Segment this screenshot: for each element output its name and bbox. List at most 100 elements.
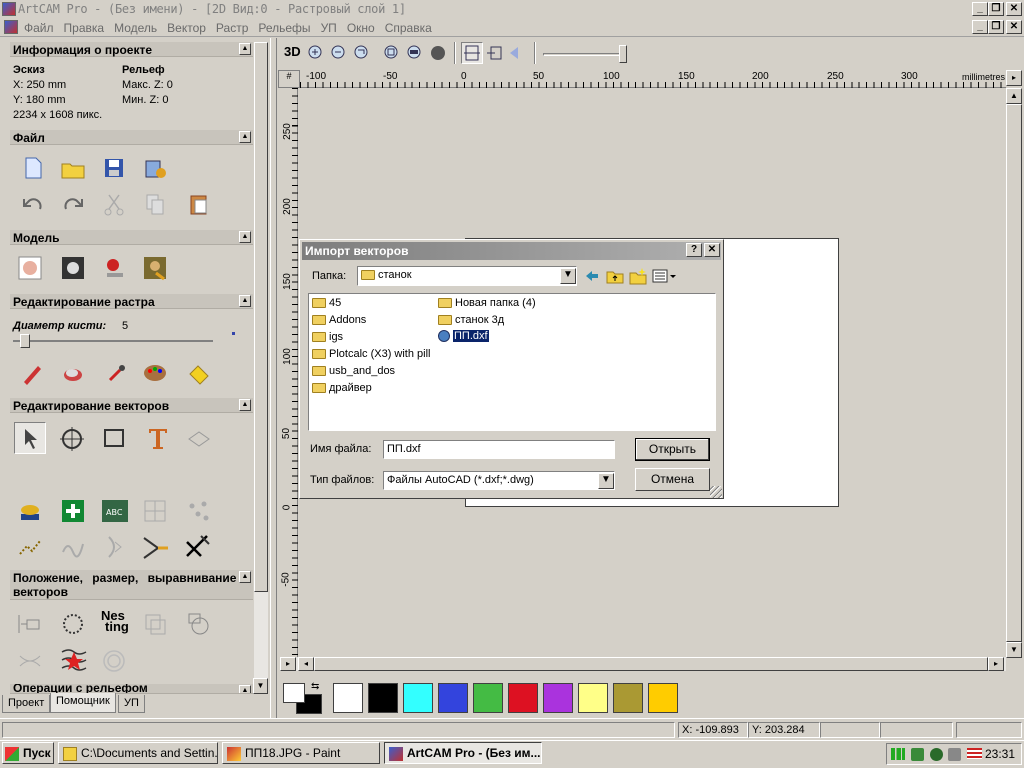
weld-icon[interactable] <box>186 611 212 637</box>
zoom-out-icon[interactable] <box>330 44 348 65</box>
scroll-down-icon[interactable]: ▼ <box>1006 642 1022 658</box>
palette-swatch[interactable] <box>613 683 643 713</box>
fill-icon[interactable] <box>60 360 86 386</box>
list-item[interactable]: станок 3д <box>438 314 504 326</box>
panel-scroll-down-icon[interactable]: ▼ <box>253 678 268 694</box>
align-icon[interactable] <box>17 611 43 637</box>
signal-icon[interactable] <box>891 748 905 760</box>
palette-swatch[interactable] <box>648 683 678 713</box>
panel-splitter[interactable] <box>270 38 277 718</box>
dialog-help-button[interactable]: ? <box>686 243 702 257</box>
document-icon[interactable] <box>4 20 18 34</box>
palette-swatch[interactable] <box>403 683 433 713</box>
file-list[interactable]: 45 Addons igs Plotcalc (X3) with pill us… <box>308 293 716 431</box>
ruler-toggle-icon[interactable]: ▸ <box>280 657 296 671</box>
transform-icon[interactable] <box>58 425 84 451</box>
primary-color-swatch[interactable] <box>283 683 305 703</box>
collapse-icon[interactable]: ▲ <box>239 231 251 243</box>
list-item[interactable]: 45 <box>312 297 341 309</box>
palette-swatch[interactable] <box>508 683 538 713</box>
group-icon[interactable] <box>142 611 168 637</box>
scatter-nodes-icon[interactable] <box>186 498 212 524</box>
model-section-header[interactable]: Модель ▲ <box>10 230 253 245</box>
texture-star-icon[interactable] <box>60 646 87 672</box>
doc-close-button[interactable]: ✕ <box>1006 20 1022 34</box>
zoom-previous-icon[interactable] <box>353 44 371 65</box>
pencil-icon[interactable] <box>20 360 46 386</box>
spiral-icon[interactable] <box>101 648 127 674</box>
taskbar-artcam[interactable]: ArtCAM Pro - (Без им... <box>384 742 542 764</box>
folder-dropdown-icon[interactable]: ▼ <box>560 268 576 284</box>
list-item[interactable]: Новая папка (4) <box>438 297 536 309</box>
raster-edit-header[interactable]: Редактирование растра ▲ <box>10 294 253 309</box>
cancel-button[interactable]: Отмена <box>635 468 710 491</box>
cut-icon[interactable] <box>101 191 127 217</box>
minimize-button[interactable]: _ <box>972 2 988 16</box>
language-flag-icon[interactable] <box>967 748 982 759</box>
menu-item[interactable]: Модель <box>114 21 157 35</box>
menu-item[interactable]: Вектор <box>167 21 206 35</box>
layer-swap-icon[interactable] <box>486 44 504 65</box>
tab-assistant[interactable]: Помощник <box>50 693 116 713</box>
vector-layer-icon[interactable] <box>186 425 212 451</box>
eyedropper-icon[interactable] <box>104 360 130 386</box>
back-arrow-icon[interactable] <box>508 44 526 65</box>
taskbar-paint[interactable]: ПП18.JPG - Paint <box>222 742 380 764</box>
brush-slider-thumb[interactable] <box>20 334 30 348</box>
model-origin-icon[interactable] <box>101 255 127 281</box>
up-folder-icon[interactable] <box>606 268 624 287</box>
stamp-icon[interactable] <box>17 498 43 524</box>
view-menu-icon[interactable] <box>652 268 678 287</box>
fillet-icon[interactable] <box>142 534 168 560</box>
palette-swatch[interactable] <box>473 683 503 713</box>
filetype-dropdown-icon[interactable]: ▼ <box>598 473 614 489</box>
start-button[interactable]: Пуск <box>2 742 54 764</box>
model-size-icon[interactable] <box>17 255 43 281</box>
collapse-icon[interactable]: ▲ <box>239 399 251 411</box>
vertical-scroll-thumb[interactable] <box>1006 104 1022 642</box>
palette-swatch[interactable] <box>368 683 398 713</box>
rectangle-icon[interactable] <box>101 425 127 451</box>
scroll-right-icon[interactable]: ▸ <box>988 657 1004 671</box>
eraser-icon[interactable] <box>186 360 212 386</box>
model-resolution-icon[interactable] <box>60 255 86 281</box>
select-pointer-icon[interactable] <box>14 422 46 454</box>
text-block-icon[interactable]: ABC <box>101 498 128 524</box>
horizontal-scroll-thumb[interactable] <box>314 657 988 671</box>
wrap-icon[interactable] <box>17 648 43 674</box>
palette-swatch[interactable] <box>578 683 608 713</box>
scroll-up-icon[interactable]: ▲ <box>1006 88 1022 104</box>
save-model-icon[interactable] <box>142 155 168 181</box>
collapse-icon[interactable]: ▲ <box>239 43 251 55</box>
menu-item[interactable]: Правка <box>64 21 105 35</box>
zoom-in-icon[interactable] <box>307 44 325 65</box>
pan-icon[interactable] <box>429 44 447 65</box>
list-item[interactable]: Plotcalc (X3) with pill <box>312 348 430 360</box>
close-button[interactable]: ✕ <box>1006 2 1022 16</box>
menu-item[interactable]: Растр <box>216 21 248 35</box>
array-circle-icon[interactable] <box>60 611 86 637</box>
save-icon[interactable] <box>101 155 127 181</box>
ruler-scroll-right-icon[interactable]: ▸ <box>1006 70 1022 86</box>
new-file-icon[interactable] <box>20 155 46 181</box>
dialog-titlebar[interactable]: Импорт векторов ? ✕ <box>302 242 721 260</box>
open-file-icon[interactable] <box>60 155 86 181</box>
collapse-icon[interactable]: ▲ <box>239 571 251 583</box>
taskbar-explorer[interactable]: C:\Documents and Settin... <box>58 742 218 764</box>
zoom-slider-thumb[interactable] <box>619 45 627 63</box>
doc-minimize-button[interactable]: _ <box>972 20 988 34</box>
smooth-curve-icon[interactable] <box>60 534 86 560</box>
open-button[interactable]: Открыть <box>635 438 710 461</box>
menu-item[interactable]: Справка <box>385 21 432 35</box>
vector-edit-header[interactable]: Редактирование векторов ▲ <box>10 398 253 413</box>
ruler-corner[interactable]: # <box>278 70 300 88</box>
restore-button[interactable]: ❐ <box>988 2 1004 16</box>
position-section-header[interactable]: Положение, размер, выравнивание векторов… <box>10 570 253 600</box>
filetype-select[interactable]: Файлы AutoCAD (*.dxf;*.dwg) <box>383 471 615 490</box>
palette-icon[interactable] <box>142 360 168 386</box>
zoom-fit-icon[interactable] <box>383 44 401 65</box>
list-item[interactable]: usb_and_dos <box>312 365 395 377</box>
vector-grid-icon[interactable] <box>142 498 168 524</box>
list-item[interactable]: Addons <box>312 314 366 326</box>
collapse-icon[interactable]: ▲ <box>239 685 251 693</box>
